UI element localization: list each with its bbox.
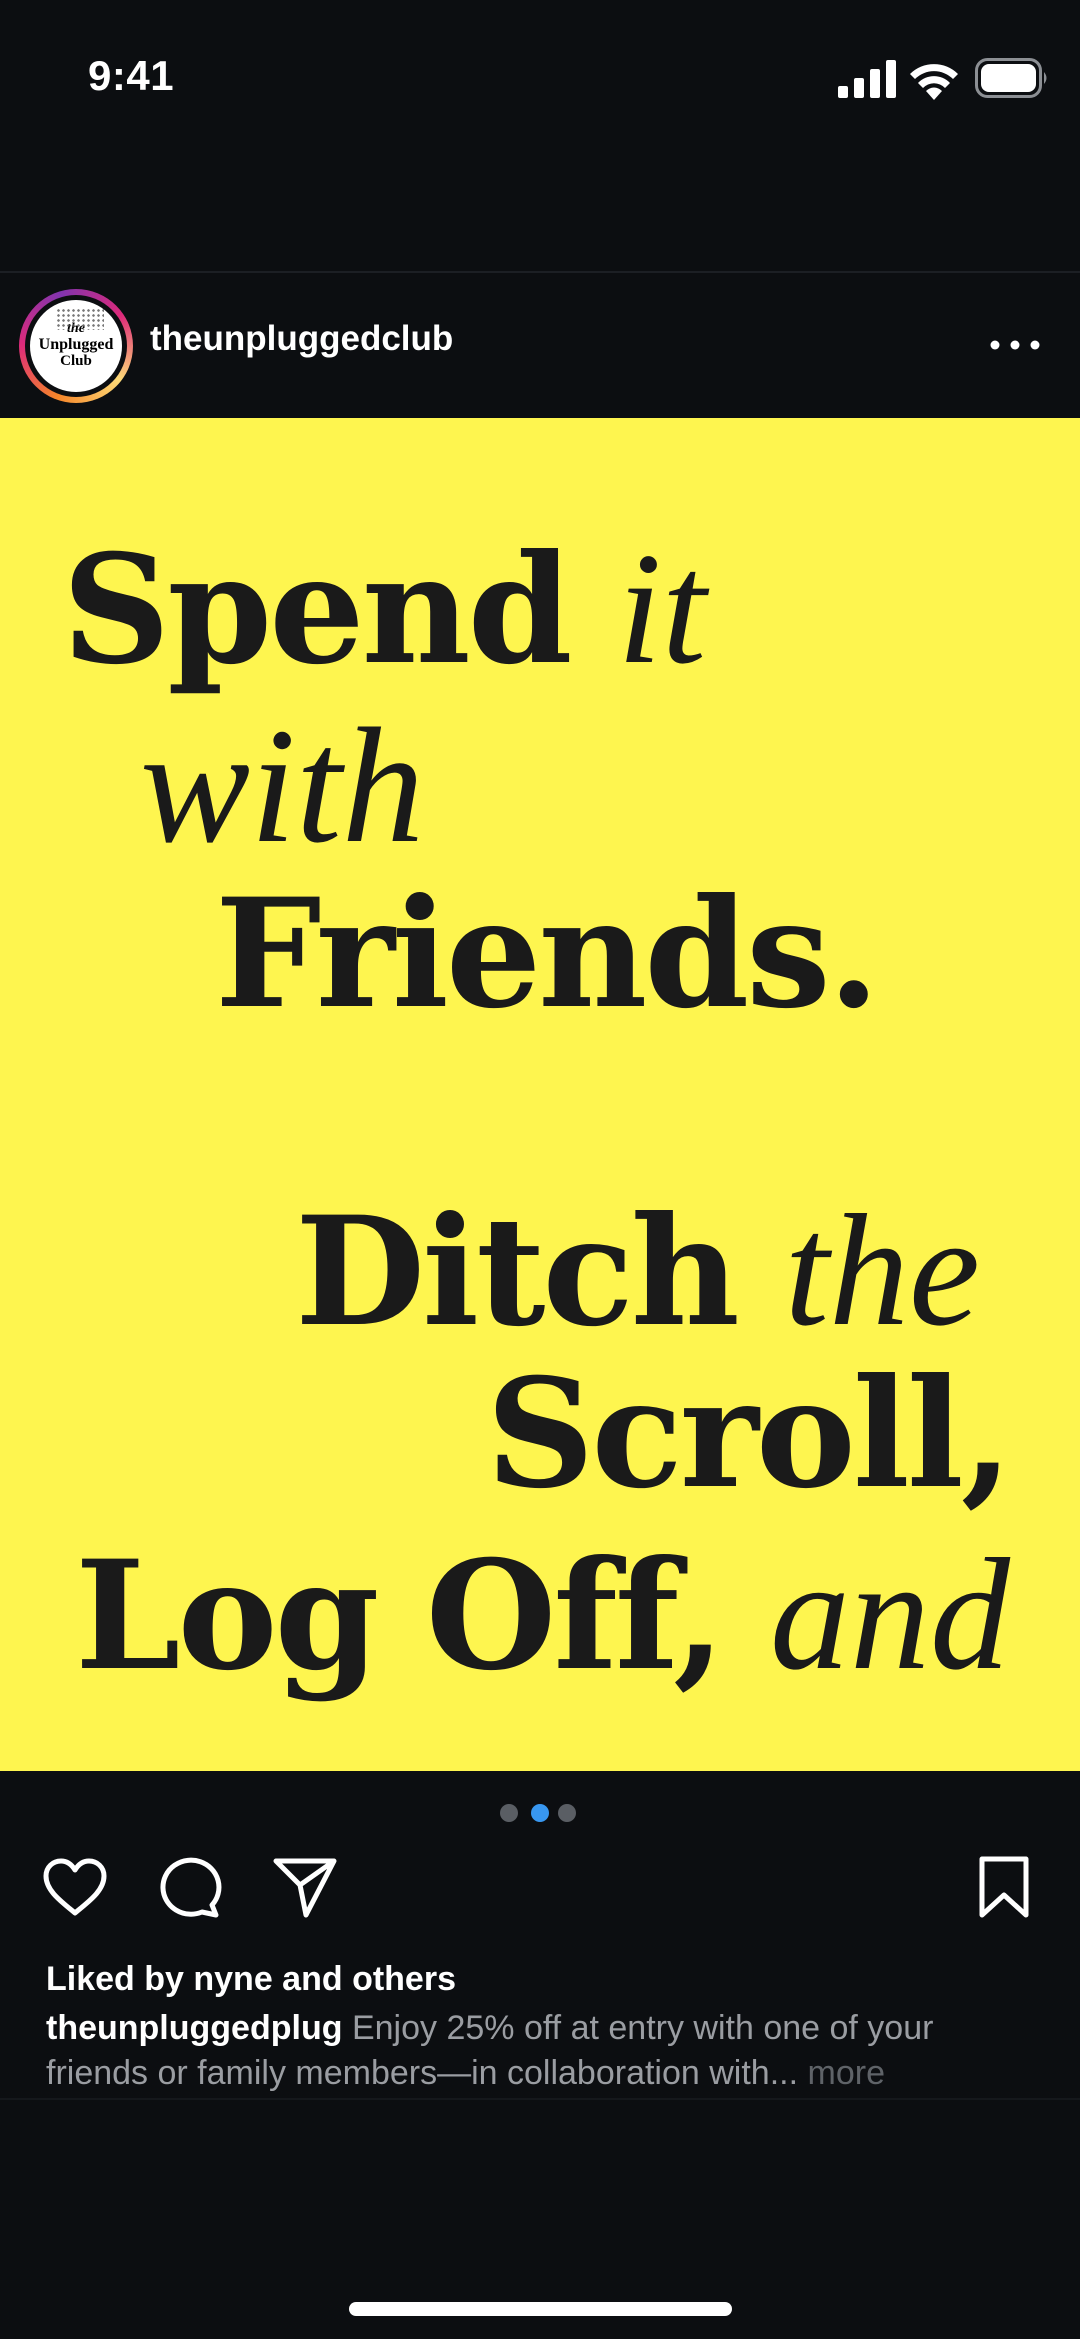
carousel-dot	[558, 1804, 576, 1822]
post-username[interactable]: theunpluggedclub	[150, 319, 453, 359]
wifi-icon	[910, 64, 958, 100]
carousel-dot	[500, 1804, 518, 1822]
caption-username[interactable]: theunpluggedplug	[46, 2009, 343, 2047]
feed-divider	[0, 2098, 1080, 2100]
story-ring[interactable]: the Unplugged Club	[19, 289, 133, 403]
post-image[interactable]: Spend it with Friends. Ditch the Scroll,…	[0, 418, 1080, 1771]
comment-icon[interactable]	[156, 1855, 222, 1919]
carousel-dot-active	[531, 1804, 549, 1822]
share-icon[interactable]	[272, 1855, 338, 1919]
headline-line: with	[140, 694, 425, 877]
carousel-indicator	[500, 1804, 584, 1824]
avatar[interactable]: the Unplugged Club	[30, 300, 122, 392]
headline-line: Ditch the	[295, 1181, 980, 1360]
headline-line: Spend it	[62, 519, 707, 698]
headline-line: Log Off, and	[75, 1525, 1010, 1704]
home-indicator[interactable]	[349, 2302, 732, 2316]
cellular-signal-icon	[838, 60, 896, 98]
avatar-text-line: Unplugged	[38, 336, 114, 354]
post-caption: theunpluggedplug Enjoy 25% off at entry …	[46, 2006, 1036, 2096]
caption-more-link[interactable]: more	[808, 2054, 885, 2092]
more-horizontal-icon[interactable]	[985, 325, 1045, 365]
avatar-text-line: Club	[60, 352, 92, 369]
bookmark-icon[interactable]	[976, 1855, 1032, 1919]
status-time: 9:41	[88, 52, 175, 99]
battery-icon	[975, 58, 1047, 98]
heart-icon[interactable]	[40, 1855, 110, 1919]
status-bar: 9:41	[0, 0, 1080, 150]
post-header: the Unplugged Club theunpluggedclub	[0, 273, 1080, 418]
headline-line: Friends.	[215, 866, 880, 1042]
likes-text[interactable]: Liked by nyne and others	[46, 1960, 456, 1999]
headline-line: Scroll,	[486, 1346, 1013, 1522]
post-actions	[0, 1855, 1080, 1925]
